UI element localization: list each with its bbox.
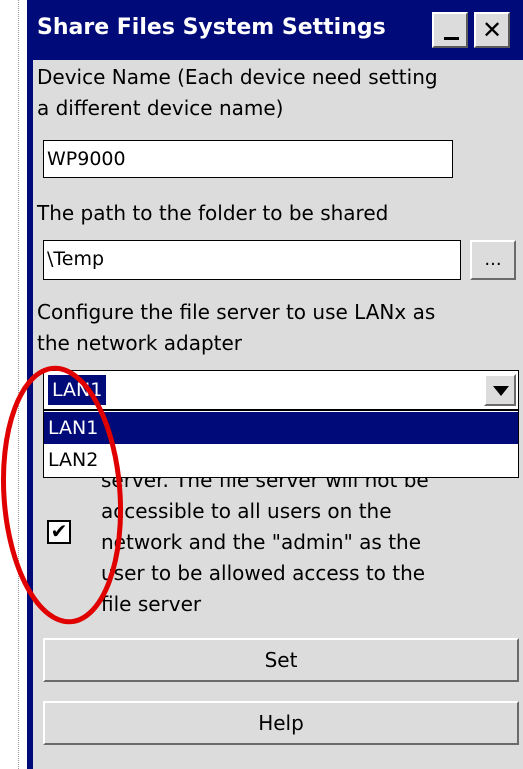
chevron-down-icon — [493, 386, 509, 396]
settings-window: Share Files System Settings ✕ Device Nam… — [27, 0, 523, 769]
adapter-label-line1: Configure the file server to use LANx as — [37, 300, 436, 324]
shared-path-input[interactable]: \Temp — [43, 240, 461, 280]
selected-adapter: LAN1 — [48, 375, 107, 405]
adapter-label-line2: the network adapter — [37, 331, 243, 355]
help-button[interactable]: Help — [43, 701, 519, 745]
window-title: Share Files System Settings — [37, 15, 386, 40]
shared-path-label: The path to the folder to be shared — [37, 201, 389, 225]
dropdown-option-lan2[interactable]: LAN2 — [44, 444, 518, 476]
browse-button[interactable]: ... — [470, 240, 516, 280]
checkmark-icon: ✔ — [50, 519, 68, 543]
minimize-icon — [444, 37, 459, 40]
access-checkbox[interactable]: ✔ — [47, 519, 71, 544]
device-name-label-line1: Device Name (Each device need setting — [37, 65, 438, 89]
dropdown-arrow-button[interactable] — [484, 374, 516, 406]
checkbox-text-line3: network and the "admin" as the — [101, 530, 422, 554]
close-button[interactable]: ✕ — [474, 12, 510, 48]
checkbox-text-line4: user to be allowed access to the — [101, 561, 426, 585]
set-button[interactable]: Set — [43, 638, 519, 682]
title-bar[interactable]: Share Files System Settings ✕ — [33, 0, 523, 60]
close-icon: ✕ — [481, 16, 503, 44]
left-page-margin — [0, 0, 19, 769]
adapter-dropdown-list: LAN1 LAN2 — [43, 410, 519, 478]
network-adapter-select[interactable]: LAN1 — [43, 370, 519, 410]
checkbox-text-line5: file server — [101, 592, 202, 616]
dropdown-option-lan1[interactable]: LAN1 — [44, 412, 518, 444]
checkbox-text-line2: accessible to all users on the — [101, 499, 392, 523]
device-name-input[interactable]: WP9000 — [43, 140, 453, 178]
device-name-label-line2: a different device name) — [37, 96, 284, 120]
minimize-button[interactable] — [432, 12, 468, 48]
